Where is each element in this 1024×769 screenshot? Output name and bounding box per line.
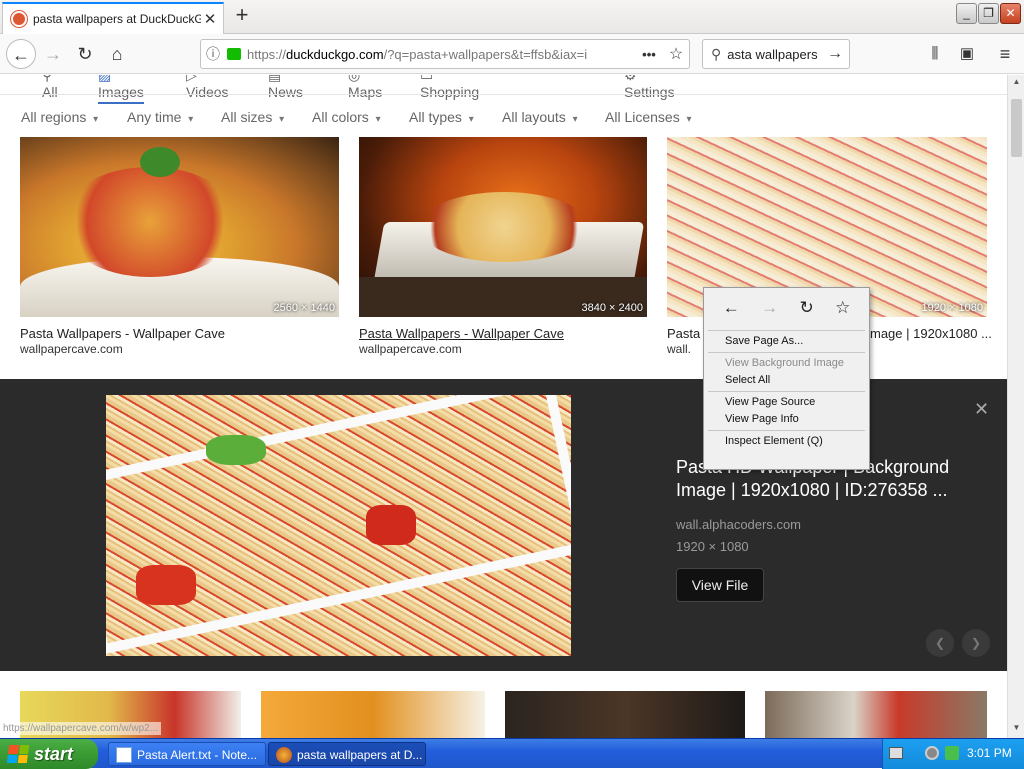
duckduckgo-favicon-icon (11, 11, 27, 27)
result-image[interactable]: 2560 × 1440 (20, 137, 339, 317)
search-icon: ⚲ (711, 45, 722, 62)
navigation-toolbar: ← → ↻ ⌂ ⓘ https://duckduckgo.com/?q=past… (0, 34, 1024, 74)
tab-images[interactable]: ▨ Images (98, 75, 144, 104)
new-tab-button[interactable]: + (230, 4, 254, 28)
context-back-icon[interactable]: ← (723, 298, 740, 318)
lock-icon[interactable] (227, 48, 241, 60)
windows-logo-icon (6, 745, 30, 763)
browser-tab-active[interactable]: pasta wallpapers at DuckDuckGo ✕ (2, 2, 224, 34)
scroll-down-icon[interactable]: ▼ (1010, 723, 1023, 736)
image-dimensions: 2560 × 1440 (273, 302, 335, 314)
tab-maps[interactable]: ◎ Maps (348, 75, 382, 100)
menu-item-view-background[interactable]: View Background Image (704, 355, 869, 372)
notepad-icon (116, 747, 132, 763)
menu-item-page-info[interactable]: View Page Info (704, 411, 869, 428)
security-icon[interactable] (925, 746, 939, 760)
preview-dimensions: 1920 × 1080 (676, 539, 749, 554)
image-dimensions: 1920 × 1080 (921, 302, 983, 314)
result-title[interactable]: Pasta Wallpapers - Wallpaper Cave (20, 326, 225, 341)
filter-layouts[interactable]: All layouts (502, 109, 578, 125)
context-nav-row: ← → ↻ ☆ (704, 288, 869, 328)
next-arrow-icon[interactable]: ❯ (962, 629, 990, 657)
image-dimensions: 3840 × 2400 (581, 302, 643, 314)
page-scrollbar[interactable]: ▲ ▼ (1007, 75, 1024, 738)
tab-videos[interactable]: ▷ Videos (186, 75, 229, 100)
info-icon[interactable]: ⓘ (201, 44, 225, 64)
search-input[interactable]: asta wallpapers (727, 47, 827, 62)
filter-bar: All regions Any time All sizes All color… (0, 105, 1007, 129)
address-bar[interactable]: ⓘ https://duckduckgo.com/?q=pasta+wallpa… (200, 39, 690, 69)
context-forward-icon[interactable]: → (761, 298, 778, 318)
restore-button[interactable]: ❐ (978, 3, 999, 24)
search-box[interactable]: ⚲ asta wallpapers → (702, 39, 850, 69)
start-button[interactable]: start (0, 739, 98, 769)
home-icon[interactable]: ⌂ (102, 39, 132, 69)
system-tray: 3:01 PM (882, 739, 1024, 769)
tab-settings[interactable]: ⚙ Settings (624, 75, 675, 100)
menu-item-save-page[interactable]: Save Page As... (704, 333, 869, 350)
forward-button[interactable]: → (38, 39, 68, 69)
search-go-icon[interactable]: → (827, 45, 849, 63)
reload-button[interactable]: ↻ (70, 39, 100, 69)
taskbar-item-firefox[interactable]: pasta wallpapers at D... (268, 742, 426, 766)
url-text[interactable]: https://duckduckgo.com/?q=pasta+wallpape… (247, 47, 635, 62)
tab-shopping[interactable]: ▭ Shopping (420, 75, 479, 100)
tab-news[interactable]: ▤ News (268, 75, 303, 100)
close-preview-icon[interactable]: ✕ (974, 399, 989, 420)
filter-colors[interactable]: All colors (312, 109, 381, 125)
taskbar: start Pasta Alert.txt - Note... pasta wa… (0, 738, 1024, 769)
result-title[interactable]: Pasta (667, 326, 700, 341)
network-icon[interactable] (945, 746, 959, 760)
scrollbar-thumb[interactable] (1011, 99, 1022, 157)
context-menu: ← → ↻ ☆ Save Page As... View Background … (703, 287, 870, 470)
page-actions-icon[interactable]: ••• (635, 47, 663, 62)
sidebar-icon[interactable]: ▣ (952, 39, 982, 69)
close-window-button[interactable]: ✕ (1000, 3, 1021, 24)
result-title-tail[interactable]: mage | 1920x1080 ... (870, 326, 992, 341)
result-domain[interactable]: wallpapercave.com (20, 342, 123, 356)
result-image[interactable]: 3840 × 2400 (359, 137, 647, 317)
result-image[interactable] (505, 691, 745, 738)
filter-types[interactable]: All types (409, 109, 474, 125)
result-domain[interactable]: wall. (667, 342, 691, 356)
filter-time[interactable]: Any time (127, 109, 193, 125)
context-bookmark-icon[interactable]: ☆ (835, 298, 850, 318)
scroll-up-icon[interactable]: ▲ (1010, 77, 1023, 90)
bookmark-star-icon[interactable]: ☆ (663, 44, 689, 64)
filter-licenses[interactable]: All Licenses (605, 109, 692, 125)
tab-title: pasta wallpapers at DuckDuckGo (33, 12, 201, 26)
filter-regions[interactable]: All regions (21, 109, 98, 125)
preview-site[interactable]: wall.alphacoders.com (676, 517, 801, 532)
back-button[interactable]: ← (6, 39, 36, 69)
result-title[interactable]: Pasta Wallpapers - Wallpaper Cave (359, 326, 564, 341)
library-icon[interactable]: ⫼ (920, 39, 950, 69)
minimize-button[interactable]: _ (956, 3, 977, 24)
tab-all[interactable]: ⚲ All (42, 75, 58, 100)
filter-sizes[interactable]: All sizes (221, 109, 284, 125)
status-link-url: https://wallpapercave.com/w/wp2... (0, 722, 162, 735)
page-content: ⚲ All ▨ Images ▷ Videos ▤ News ◎ Maps ▭ … (0, 75, 1007, 738)
menu-item-select-all[interactable]: Select All (704, 372, 869, 389)
keyboard-icon[interactable] (889, 747, 903, 759)
result-domain[interactable]: wallpapercave.com (359, 342, 462, 356)
previous-arrow-icon[interactable]: ❮ (926, 629, 954, 657)
menu-item-inspect[interactable]: Inspect Element (Q) (704, 433, 869, 450)
firefox-icon (276, 747, 292, 763)
view-file-button[interactable]: View File (676, 568, 764, 602)
preview-image[interactable] (106, 395, 571, 656)
menu-item-view-source[interactable]: View Page Source (704, 394, 869, 411)
tab-close-icon[interactable]: ✕ (201, 10, 219, 28)
result-image[interactable] (765, 691, 987, 738)
result-image[interactable] (261, 691, 485, 738)
taskbar-item-notepad[interactable]: Pasta Alert.txt - Note... (108, 742, 266, 766)
title-bar: pasta wallpapers at DuckDuckGo ✕ + _ ❐ ✕ (0, 0, 1024, 34)
clock[interactable]: 3:01 PM (967, 746, 1012, 760)
context-reload-icon[interactable]: ↻ (799, 298, 813, 318)
menu-icon[interactable]: ≡ (990, 39, 1020, 69)
